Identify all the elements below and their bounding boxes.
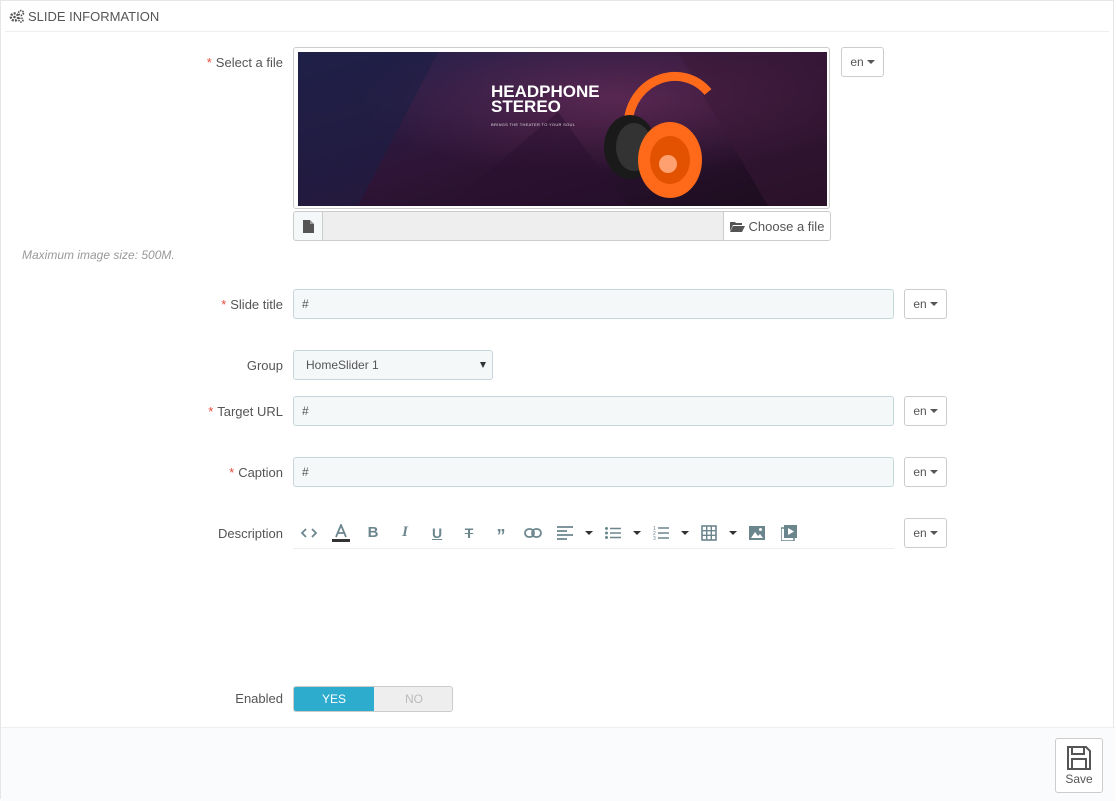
align-caret-icon[interactable] [581, 518, 597, 548]
caption-label: * Caption [229, 465, 283, 480]
chevron-down-icon [929, 409, 938, 413]
table-icon[interactable] [693, 518, 725, 548]
slide-image-preview: HEADPHONE STEREO BRINGS THE THEATER TO Y… [298, 52, 827, 206]
preview-headline: HEADPHONE STEREO [491, 82, 600, 116]
image-icon[interactable] [741, 518, 773, 548]
chevron-down-icon [929, 531, 938, 535]
underline-icon[interactable]: U [421, 518, 453, 548]
panel-footer [1, 727, 1115, 801]
slide-information-panel: SLIDE INFORMATION * Select a file HEADPH… [0, 0, 1115, 801]
enabled-yes-option[interactable]: YES [294, 687, 374, 711]
slide-title-input[interactable]: # [293, 289, 894, 319]
font-color-icon[interactable] [325, 518, 357, 548]
cogs-icon [9, 9, 25, 23]
folder-open-icon [729, 221, 745, 232]
group-select[interactable]: HomeSlider 1 [293, 350, 493, 380]
enabled-no-option[interactable]: NO [374, 687, 452, 711]
required-marker: * [206, 55, 212, 70]
max-size-help: Maximum image size: 500M. [22, 248, 175, 262]
blockquote-icon[interactable]: ” [485, 518, 517, 548]
target-url-input[interactable]: # [293, 396, 894, 426]
group-label: Group [246, 358, 283, 373]
file-upload-row: Choose a file [293, 211, 831, 241]
slide-title-lang-dropdown[interactable]: en [904, 289, 947, 319]
select-file-label: * Select a file [206, 55, 283, 70]
description-lang-dropdown[interactable]: en [904, 518, 947, 548]
enabled-toggle[interactable]: YES NO [293, 686, 453, 712]
file-name-field[interactable] [323, 211, 724, 241]
target-url-label: * Target URL [208, 404, 283, 419]
svg-text:3: 3 [653, 536, 656, 540]
description-label: Description [217, 526, 283, 541]
file-icon [293, 211, 323, 241]
choose-file-button[interactable]: Choose a file [723, 211, 831, 241]
chevron-down-icon [929, 470, 938, 474]
file-lang-dropdown[interactable]: en [841, 47, 884, 77]
chevron-down-icon [929, 302, 938, 306]
caption-lang-dropdown[interactable]: en [904, 457, 947, 487]
ul-caret-icon[interactable] [629, 518, 645, 548]
target-url-lang-dropdown[interactable]: en [904, 396, 947, 426]
code-view-icon[interactable] [293, 518, 325, 548]
bold-icon[interactable]: B [357, 518, 389, 548]
italic-icon[interactable]: I [389, 518, 421, 548]
panel-title: SLIDE INFORMATION [28, 8, 160, 24]
description-editor-area[interactable] [293, 549, 894, 664]
align-icon[interactable] [549, 518, 581, 548]
video-icon[interactable] [773, 518, 805, 548]
chevron-down-icon [866, 60, 875, 64]
ordered-list-icon[interactable]: 123 [645, 518, 677, 548]
slide-title-label: * Slide title [221, 297, 283, 312]
save-button[interactable]: Save [1055, 738, 1103, 793]
ol-caret-icon[interactable] [677, 518, 693, 548]
image-preview-frame: HEADPHONE STEREO BRINGS THE THEATER TO Y… [293, 47, 830, 209]
rich-text-toolbar: B I U T ” 123 [293, 517, 894, 549]
save-icon [1067, 745, 1091, 770]
strikethrough-icon[interactable]: T [453, 518, 485, 548]
table-caret-icon[interactable] [725, 518, 741, 548]
preview-tagline: BRINGS THE THEATER TO YOUR SOUL [491, 122, 576, 127]
panel-heading: SLIDE INFORMATION [5, 1, 1109, 32]
unordered-list-icon[interactable] [597, 518, 629, 548]
caption-input[interactable]: # [293, 457, 894, 487]
chevron-down-icon [480, 362, 486, 368]
enabled-label: Enabled [235, 691, 283, 706]
link-icon[interactable] [517, 518, 549, 548]
